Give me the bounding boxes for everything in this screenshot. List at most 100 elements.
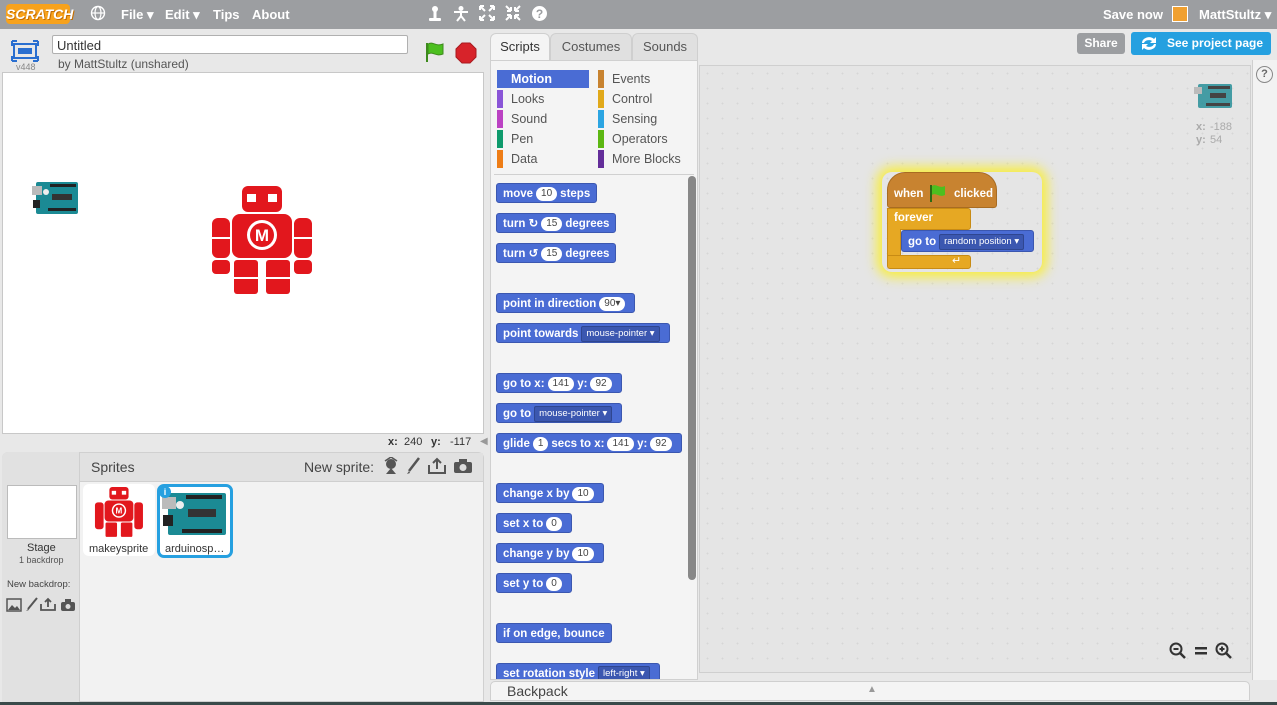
block-number-input[interactable]: 0 [546, 576, 562, 591]
forever-text: forever [894, 212, 933, 224]
upload-icon[interactable] [427, 457, 447, 475]
scratch-logo[interactable]: SCRATCH [6, 4, 73, 24]
block-number-input[interactable]: 10 [536, 186, 558, 201]
user-avatar[interactable] [1172, 6, 1188, 22]
loop-arrow-icon: ↵ [952, 255, 962, 267]
zoom-in-icon[interactable] [1215, 642, 1233, 660]
sprite-library-icon[interactable] [382, 456, 400, 475]
category-data[interactable]: Data [497, 150, 589, 168]
block-number-input[interactable]: 141 [547, 376, 575, 391]
menu-file[interactable]: File ▾ [121, 7, 154, 23]
sprite-info-icon[interactable]: i [159, 486, 171, 498]
block-change-x[interactable]: change x by 10 [496, 483, 604, 503]
block-go-to[interactable]: go to mouse-pointer ▾ [496, 403, 623, 423]
block-move-steps[interactable]: move 10 steps [496, 183, 598, 203]
block-dropdown[interactable]: random position ▾ [939, 233, 1025, 250]
stage-thumbnail[interactable] [7, 485, 77, 539]
block-dropdown[interactable]: left-right ▾ [598, 665, 650, 679]
forever-block[interactable]: forever [887, 208, 971, 230]
backpack-panel[interactable]: Backpack ▲ [490, 681, 1250, 701]
stop-sign-icon[interactable] [455, 42, 477, 64]
block-number-input[interactable]: 15 [541, 246, 563, 261]
block-number-input[interactable]: 92 [590, 376, 612, 391]
category-sound[interactable]: Sound [497, 110, 589, 128]
grow-icon[interactable] [478, 5, 496, 23]
backdrop-library-icon[interactable] [6, 598, 22, 612]
block-dropdown[interactable]: mouse-pointer ▾ [534, 405, 613, 422]
block-change-y[interactable]: change y by 10 [496, 543, 604, 563]
hat-when-text: when [894, 188, 924, 200]
backdrop-camera-icon[interactable] [60, 598, 76, 612]
block-glide[interactable]: glide 1 secs to x: 141 y: 92 [496, 433, 682, 453]
backdrop-upload-icon[interactable] [40, 597, 56, 612]
zoom-out-icon[interactable] [1169, 642, 1187, 660]
block-number-input[interactable]: 10 [572, 486, 594, 501]
block-turn-left[interactable]: turn ↺ 15 degrees [496, 243, 617, 263]
user-menu[interactable]: MattStultz ▾ [1199, 7, 1271, 23]
fullscreen-icon[interactable] [11, 40, 39, 62]
share-button[interactable]: Share [1077, 33, 1125, 54]
menu-edit[interactable]: Edit ▾ [165, 7, 200, 23]
shrink-icon[interactable] [504, 5, 522, 23]
category-motion[interactable]: Motion [497, 70, 589, 88]
save-now-link[interactable]: Save now [1103, 7, 1163, 22]
block-number-input[interactable]: 141 [607, 436, 635, 451]
stage-backdrop-count: 1 backdrop [19, 555, 64, 565]
category-list-right: Events Control Sensing Operators More Bl… [598, 70, 694, 168]
block-number-input[interactable]: 15 [541, 216, 563, 231]
block-text: set rotation style [503, 668, 596, 679]
block-point-towards[interactable]: point towards mouse-pointer ▾ [496, 323, 670, 343]
block-number-input[interactable]: 10 [572, 546, 594, 561]
paint-brush-icon[interactable] [405, 457, 421, 475]
mouse-x-label: x: [388, 436, 398, 448]
mouse-x-value: 240 [404, 436, 423, 448]
tab-costumes[interactable]: Costumes [550, 33, 632, 62]
category-sensing[interactable]: Sensing [598, 110, 694, 128]
block-dropdown[interactable]: mouse-pointer ▾ [581, 325, 660, 342]
scripts-area[interactable] [699, 65, 1251, 673]
zoom-reset-icon[interactable] [1194, 645, 1208, 657]
block-turn-right[interactable]: turn ↻ 15 degrees [496, 213, 617, 233]
block-go-to-xy[interactable]: go to x: 141 y: 92 [496, 373, 622, 393]
cut-icon[interactable] [452, 5, 470, 23]
block-direction-input[interactable]: 90▾ [599, 296, 626, 311]
collapse-stage-icon[interactable]: ◀ [480, 436, 488, 448]
tab-scripts[interactable]: Scripts [490, 33, 550, 62]
category-pen[interactable]: Pen [497, 130, 589, 148]
menu-about[interactable]: About [252, 7, 290, 22]
block-number-input[interactable]: 0 [546, 516, 562, 531]
category-looks[interactable]: Looks [497, 90, 589, 108]
backdrop-paint-icon[interactable] [25, 597, 39, 612]
duplicate-icon[interactable] [426, 5, 444, 23]
block-set-rotation-style[interactable]: set rotation style left-right ▾ [496, 663, 660, 679]
script-block-go-to[interactable]: go to random position ▾ [901, 230, 1035, 252]
menu-tips[interactable]: Tips [213, 7, 240, 22]
block-bounce[interactable]: if on edge, bounce [496, 623, 612, 643]
arduino-sprite[interactable] [32, 180, 80, 216]
block-number-input[interactable]: 1 [532, 436, 549, 451]
makey-robot-sprite[interactable]: M [210, 186, 314, 296]
camera-icon[interactable] [453, 458, 473, 474]
block-point-in-direction[interactable]: point in direction 90▾ [496, 293, 636, 313]
category-events[interactable]: Events [598, 70, 694, 88]
block-number-input[interactable]: 92 [650, 436, 672, 451]
project-title-input[interactable]: Untitled [52, 35, 408, 54]
block-set-y[interactable]: set y to 0 [496, 573, 572, 593]
category-control[interactable]: Control [598, 90, 694, 108]
green-flag-icon[interactable] [424, 41, 446, 63]
block-text: set y to [503, 578, 544, 590]
palette-divider [494, 174, 694, 175]
help-icon[interactable]: ? [530, 5, 548, 23]
current-sprite-thumbnail [1194, 82, 1234, 110]
palette-scrollbar[interactable] [688, 176, 696, 580]
stage-label: Stage [27, 542, 56, 554]
category-operators[interactable]: Operators [598, 130, 694, 148]
category-more-blocks[interactable]: More Blocks [598, 150, 694, 168]
globe-icon[interactable] [89, 5, 107, 23]
block-help-icon[interactable]: ? [1256, 66, 1273, 83]
tab-sounds[interactable]: Sounds [632, 33, 698, 62]
hat-block-when-flag-clicked[interactable]: when clicked [887, 172, 997, 208]
block-set-x[interactable]: set x to 0 [496, 513, 572, 533]
expand-up-icon[interactable]: ▲ [867, 684, 877, 695]
see-project-page-button[interactable]: See project page [1131, 32, 1271, 55]
